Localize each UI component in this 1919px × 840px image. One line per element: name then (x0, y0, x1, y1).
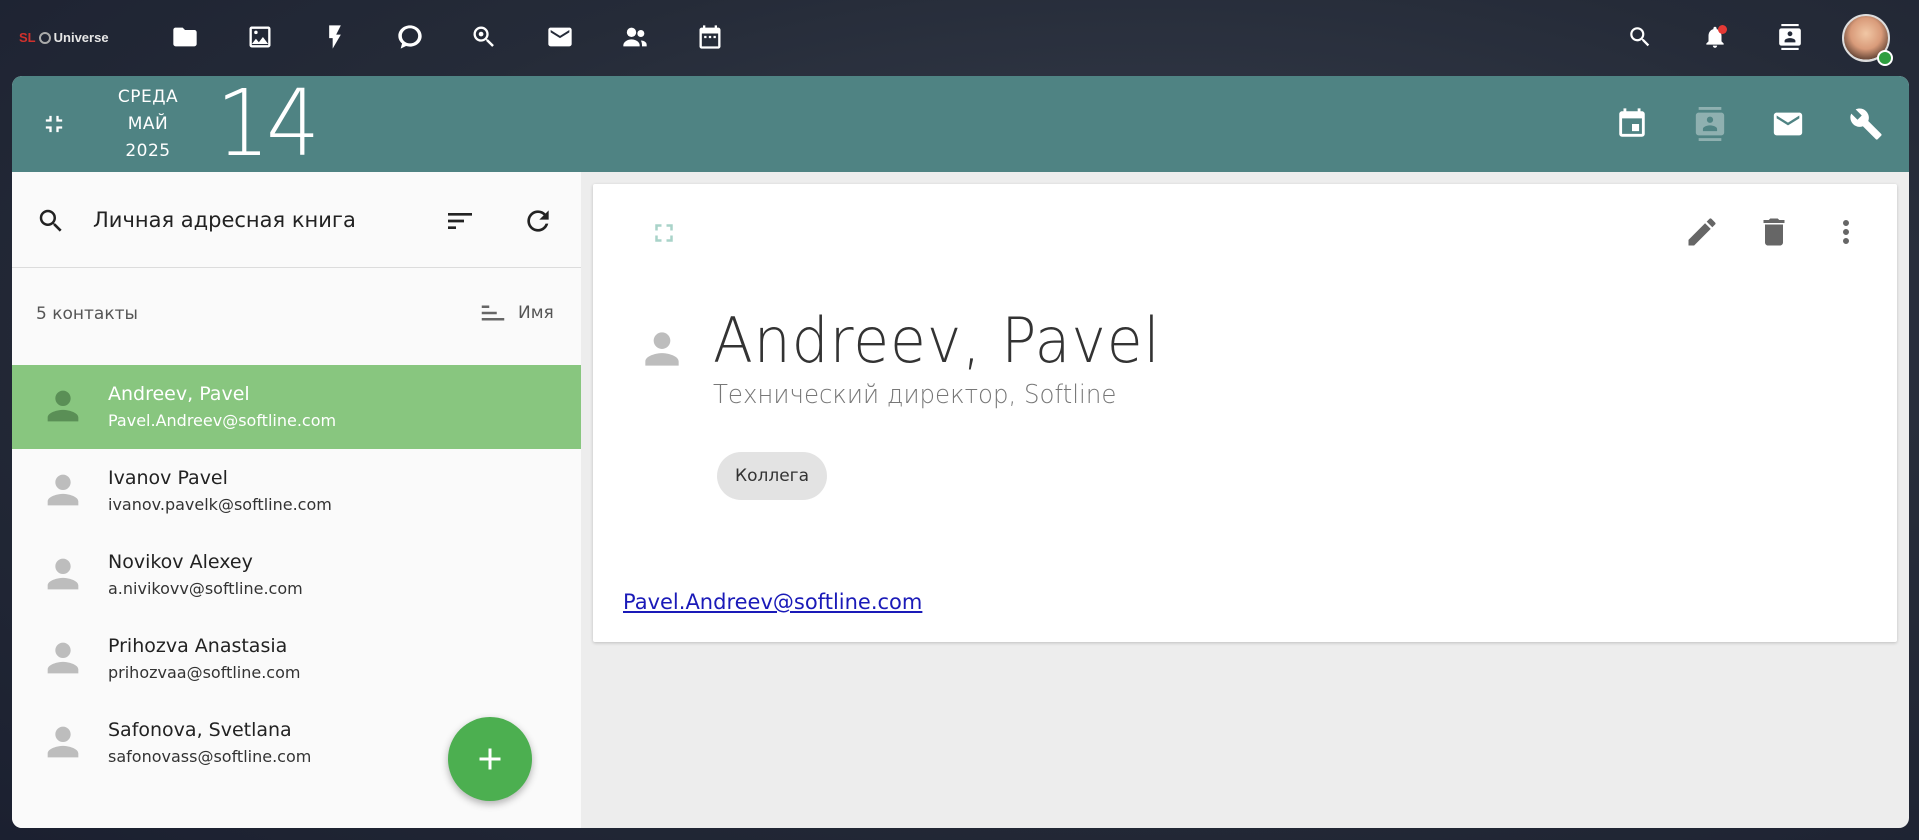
contact-detail-card: Andreev, Pavel Технический директор, Sof… (593, 184, 1897, 642)
contact-email: ivanov.pavelk@softline.com (108, 495, 332, 514)
refresh-icon[interactable] (522, 205, 554, 237)
contact-row[interactable]: Ivanov Pavel ivanov.pavelk@softline.com (12, 449, 581, 533)
more-vert-icon[interactable] (1828, 214, 1864, 250)
contact-row[interactable]: Novikov Alexey a.nivikovv@softline.com (12, 533, 581, 617)
person-icon (40, 635, 86, 681)
contact-name: Andreev, Pavel (108, 383, 250, 405)
person-icon (40, 383, 86, 429)
contact-row[interactable]: Andreev, Pavel Pavel.Andreev@softline.co… (12, 365, 581, 449)
contact-email: Pavel.Andreev@softline.com (108, 411, 337, 430)
contact-email: a.nivikovv@softline.com (108, 579, 303, 598)
app-header: СРЕДА МАЙ 2025 14 (12, 76, 1909, 172)
calendar-app-icon[interactable] (1612, 104, 1652, 144)
delete-trash-icon[interactable] (1756, 214, 1792, 250)
contact-name: Novikov Alexey (108, 551, 253, 573)
global-search-icon[interactable] (1625, 22, 1655, 52)
contact-row[interactable]: Prihozva Anastasia prihozvaa@softline.co… (12, 617, 581, 701)
sort-button[interactable]: Имя (478, 298, 554, 328)
contact-email: prihozvaa@softline.com (108, 663, 301, 682)
person-icon (40, 467, 86, 513)
key-search-icon[interactable] (469, 22, 499, 52)
contacts-count-row: 5 контакты Имя (12, 268, 581, 352)
detail-email-link[interactable]: Pavel.Andreev@softline.com (623, 590, 922, 614)
app-logo[interactable]: SL Universe (19, 30, 109, 45)
addressbook-window: СРЕДА МАЙ 2025 14 Личная адресная книга (12, 76, 1909, 828)
contacts-sidebar: Личная адресная книга 5 контакты Имя And… (12, 172, 581, 828)
sort-label: Имя (518, 303, 554, 323)
filter-icon[interactable] (444, 205, 476, 237)
sidebar-search-row: Личная адресная книга (12, 172, 581, 268)
online-status-badge (1877, 50, 1893, 66)
detail-job-title: Технический директор, Softline (713, 380, 1117, 410)
users-icon[interactable] (620, 22, 650, 52)
folder-icon[interactable] (170, 22, 200, 52)
year-label: 2025 (125, 141, 171, 161)
wrench-icon[interactable] (1846, 104, 1886, 144)
month-label: МАЙ (127, 114, 169, 134)
plus-icon (479, 748, 501, 770)
logo-prefix: SL (19, 30, 36, 45)
date-stack: СРЕДА МАЙ 2025 (108, 84, 188, 165)
contact-name: Safonova, Svetlana (108, 719, 292, 741)
day-number: 14 (216, 76, 320, 177)
detail-contact-name: Andreev, Pavel (713, 304, 1161, 377)
contact-name: Prihozva Anastasia (108, 635, 288, 657)
mail-app-icon[interactable] (1768, 104, 1808, 144)
contact-card-icon[interactable] (1775, 22, 1805, 52)
mail-icon[interactable] (545, 22, 575, 52)
addressbook-selector[interactable]: Личная адресная книга (93, 208, 356, 232)
person-icon (40, 719, 86, 765)
category-tag[interactable]: Коллега (717, 452, 828, 500)
bolt-icon[interactable] (320, 22, 350, 52)
sort-icon (481, 305, 505, 321)
contacts-app-icon[interactable] (1690, 104, 1730, 144)
fullscreen-icon[interactable] (649, 218, 679, 248)
collapse-icon[interactable] (40, 110, 68, 138)
person-icon (637, 324, 687, 374)
notification-dot (1718, 25, 1727, 34)
logo-name: Universe (53, 30, 109, 45)
calendar-icon[interactable] (695, 22, 725, 52)
search-icon[interactable] (36, 206, 66, 236)
bell-icon[interactable] (1700, 22, 1730, 52)
contacts-count: 5 контакты (36, 304, 138, 324)
chat-icon[interactable] (395, 22, 425, 52)
person-icon (40, 551, 86, 597)
weekday-label: СРЕДА (117, 87, 179, 107)
add-contact-button[interactable] (448, 717, 532, 801)
logo-circle-icon (38, 31, 51, 44)
image-icon[interactable] (245, 22, 275, 52)
top-nav: SL Universe (0, 0, 1919, 76)
edit-pencil-icon[interactable] (1684, 214, 1720, 250)
contact-name: Ivanov Pavel (108, 467, 228, 489)
contact-email: safonovass@softline.com (108, 747, 312, 766)
